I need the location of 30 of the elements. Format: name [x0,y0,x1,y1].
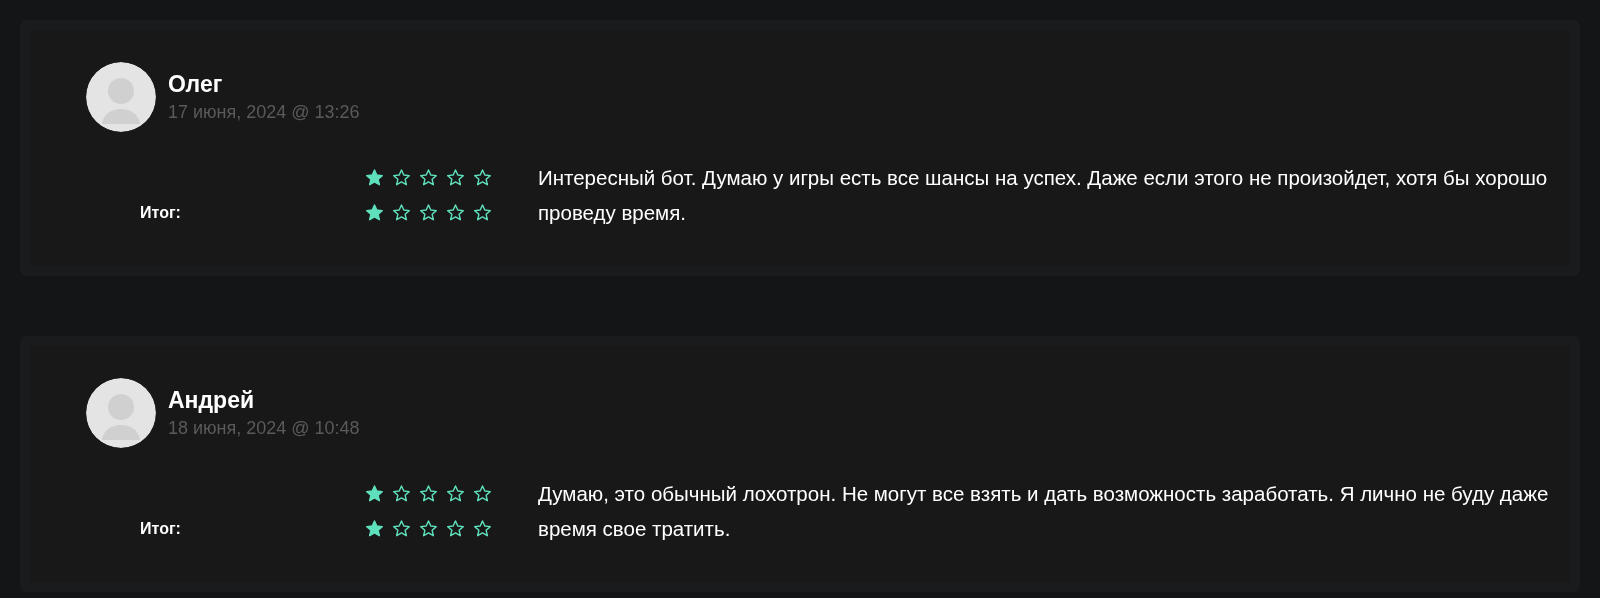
empty-star-icon [419,203,438,222]
avatar-icon [86,378,156,448]
empty-star-icon [392,168,411,187]
empty-star-icon [446,168,465,187]
empty-star-icon [446,519,465,538]
review-date: 17 июня, 2024 @ 13:26 [168,101,360,124]
author-name: Олег [168,70,224,99]
empty-star-icon [473,484,492,503]
filled-star-icon [365,484,384,503]
empty-star-icon [419,484,438,503]
avatar-icon [86,62,156,132]
filled-star-icon [365,168,384,187]
rating-label: Итог: [140,519,181,537]
review-text: Думаю, это обычный лохотрон. Не могут все взять и дать возможность заработать. Я лично не буду даже время свое тратить. [538,481,1550,542]
empty-star-icon [446,203,465,222]
filled-star-icon [365,519,384,538]
filled-star-icon [365,203,384,222]
author-name: Андрей [168,386,256,415]
review-date: 18 июня, 2024 @ 10:48 [168,417,360,440]
empty-star-icon [392,203,411,222]
empty-star-icon [446,484,465,503]
empty-star-icon [392,484,411,503]
rating-label: Итог: [140,203,181,221]
empty-star-icon [392,519,411,538]
empty-star-icon [419,168,438,187]
review-text: Интересный бот. Думаю у игры есть все шансы на успех. Даже если этого не произойдет, хотя бы хорошо проведу время. [538,165,1549,226]
empty-star-icon [473,203,492,222]
empty-star-icon [473,519,492,538]
empty-star-icon [473,168,492,187]
empty-star-icon [419,519,438,538]
